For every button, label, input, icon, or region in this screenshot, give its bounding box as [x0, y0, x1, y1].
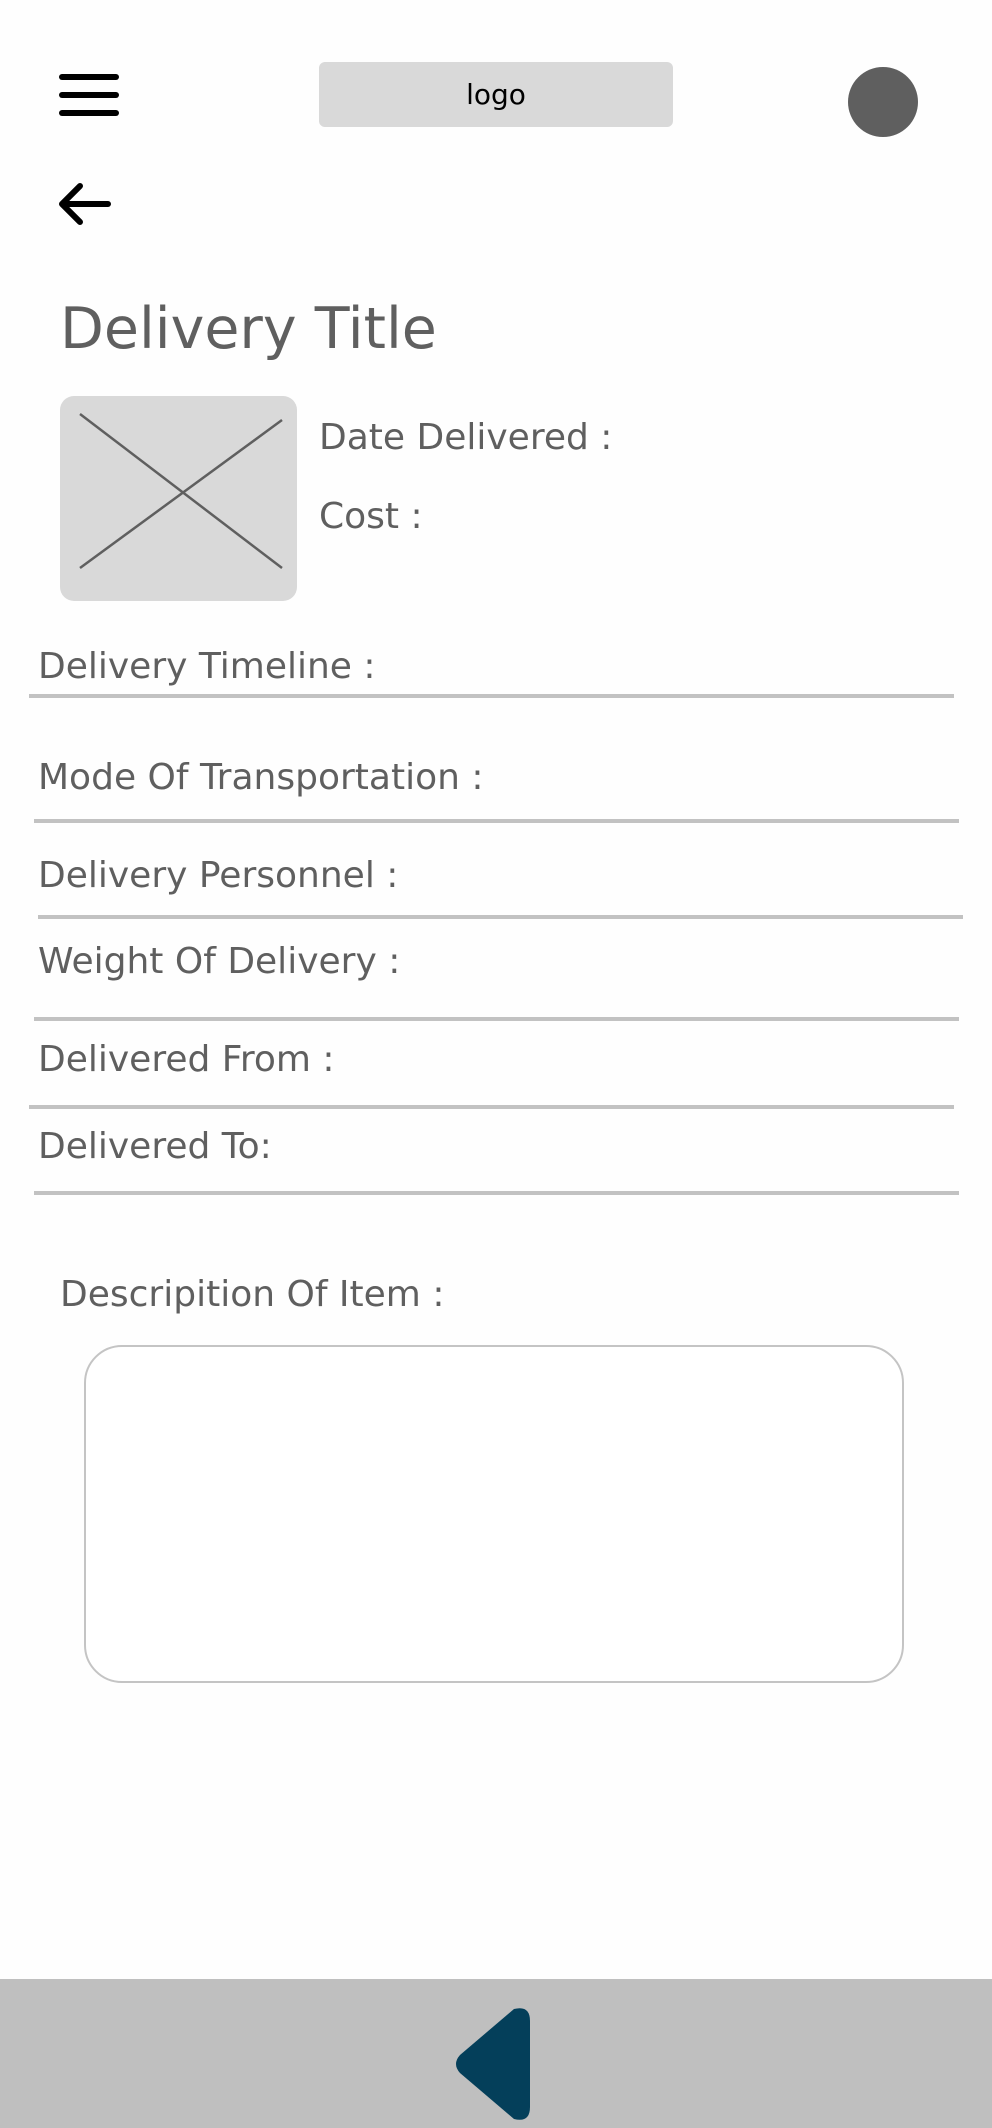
menu-bar	[59, 92, 119, 98]
description-label: Descripition Of Item :	[60, 1274, 445, 1315]
date-delivered-label: Date Delivered :	[319, 417, 613, 458]
triangle-back-icon	[456, 2008, 530, 2120]
menu-button[interactable]	[58, 70, 122, 120]
description-textarea[interactable]	[84, 1345, 904, 1683]
back-nav-button[interactable]	[452, 2005, 534, 2123]
divider	[38, 915, 963, 919]
delivery-timeline-label: Delivery Timeline :	[38, 646, 376, 687]
weight-of-delivery-label: Weight Of Delivery :	[38, 941, 401, 982]
divider	[34, 1191, 959, 1195]
image-placeholder-icon	[79, 413, 283, 570]
divider	[34, 819, 959, 823]
divider	[34, 1017, 959, 1021]
logo: logo	[319, 62, 673, 127]
delivered-to-label: Delivered To:	[38, 1126, 272, 1167]
delivery-personnel-label: Delivery Personnel :	[38, 855, 399, 896]
delivery-image	[60, 396, 297, 601]
page-title: Delivery Title	[60, 296, 437, 362]
menu-bar	[59, 74, 119, 80]
menu-bar	[59, 110, 119, 116]
cost-label: Cost :	[319, 496, 423, 537]
arrow-left-icon	[59, 183, 111, 225]
avatar[interactable]	[848, 67, 918, 137]
back-button[interactable]	[56, 180, 112, 228]
mode-of-transportation-label: Mode Of Transportation :	[38, 757, 484, 798]
divider	[29, 1105, 954, 1109]
logo-text: logo	[466, 78, 526, 111]
divider	[29, 694, 954, 698]
delivered-from-label: Delivered From :	[38, 1039, 335, 1080]
